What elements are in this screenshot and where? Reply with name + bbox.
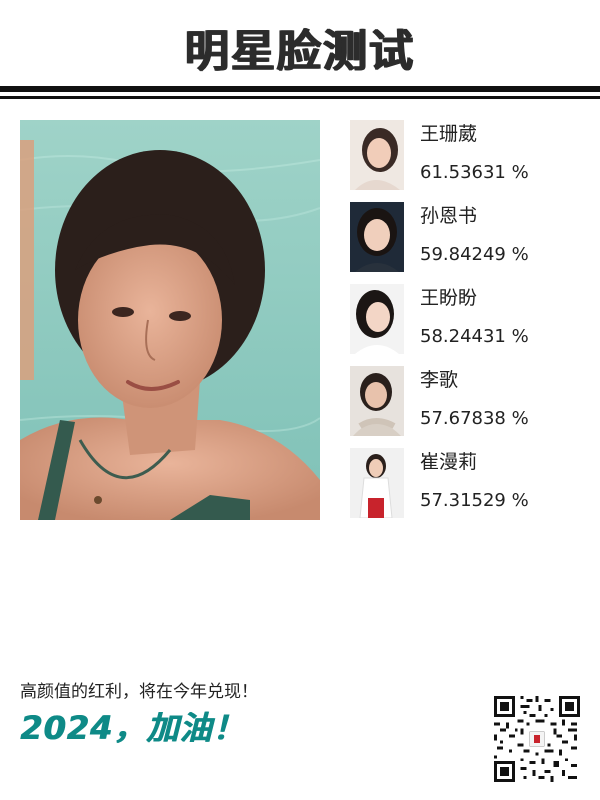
celebrity-thumbnail-icon <box>350 448 404 518</box>
celebrity-thumbnail-icon <box>350 366 404 436</box>
portrait-photo-icon <box>20 120 320 520</box>
match-item: 孙恩书 59.84249 % <box>350 202 590 272</box>
match-item: 王珊葳 61.53631 % <box>350 120 590 190</box>
match-score: 59.84249 % <box>420 244 529 265</box>
match-item: 崔漫莉 57.31529 % <box>350 448 590 518</box>
match-name: 王珊葳 <box>420 123 478 145</box>
match-score: 57.67838 % <box>420 408 529 429</box>
match-item: 王盼盼 58.24431 % <box>350 284 590 354</box>
match-name: 崔漫莉 <box>420 451 478 473</box>
header-divider-thin <box>0 96 600 99</box>
match-list: 王珊葳 61.53631 % 孙恩书 59.84249 % 王盼盼 58.244… <box>350 120 590 530</box>
header-divider-thick <box>0 86 600 92</box>
match-score: 61.53631 % <box>420 162 529 183</box>
match-name: 王盼盼 <box>420 287 478 309</box>
match-name: 孙恩书 <box>420 205 478 227</box>
match-score: 57.31529 % <box>420 490 529 511</box>
footer-message: 高颜值的红利，将在今年兑现！ <box>20 682 258 702</box>
celebrity-thumbnail-icon <box>350 202 404 272</box>
portrait-photo <box>20 120 320 520</box>
match-name: 李歌 <box>420 369 459 391</box>
match-score: 58.24431 % <box>420 326 529 347</box>
match-item: 李歌 57.67838 % <box>350 366 590 436</box>
qr-code-icon[interactable] <box>494 696 580 782</box>
page-header: 明星脸测试 <box>0 0 600 105</box>
celebrity-thumbnail-icon <box>350 120 404 190</box>
celebrity-thumbnail-icon <box>350 284 404 354</box>
page-title: 明星脸测试 <box>185 26 415 77</box>
footer-slogan: 2024，加油！ <box>20 709 246 747</box>
